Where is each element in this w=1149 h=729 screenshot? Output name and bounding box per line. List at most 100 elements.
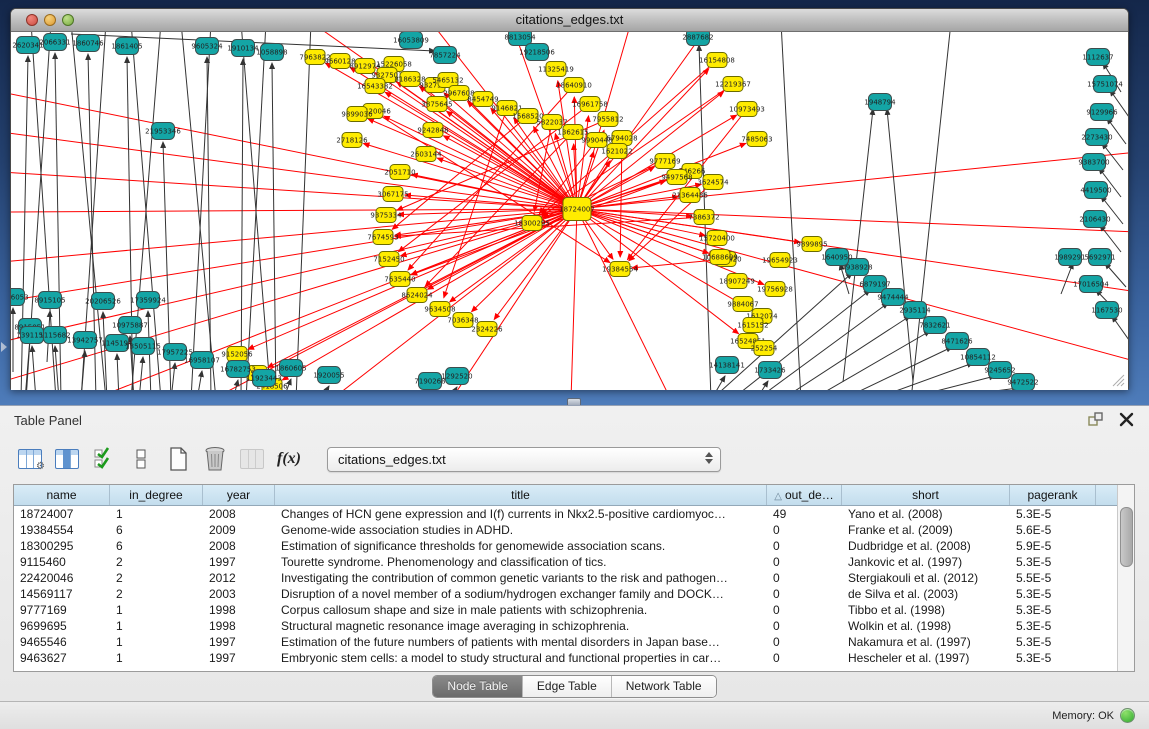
graph-node[interactable]: 9383700 xyxy=(1078,154,1109,171)
graph-node[interactable]: 2718126 xyxy=(336,133,368,148)
graph-node[interactable]: 7152450 xyxy=(373,252,404,267)
citation-edge-black[interactable] xyxy=(197,371,202,390)
graph-node[interactable]: 2273430 xyxy=(1081,129,1112,146)
column-header-short[interactable]: short xyxy=(842,485,1010,505)
graph-node[interactable]: 21953346 xyxy=(145,123,181,140)
table-row[interactable]: 1938455462009Genome-wide association stu… xyxy=(14,522,1119,538)
tab-network-table[interactable]: Network Table xyxy=(612,676,716,697)
function-builder-icon[interactable]: f(x) xyxy=(276,446,302,472)
graph-node[interactable]: 1860746 xyxy=(72,35,104,52)
graph-node[interactable]: 2516053 xyxy=(11,289,29,306)
graph-node[interactable]: 18907249 xyxy=(719,274,755,289)
citation-edge-black[interactable] xyxy=(1061,263,1073,294)
citation-edge-black[interactable] xyxy=(207,57,211,390)
table-row[interactable]: 1456911722003Disruption of a novel membe… xyxy=(14,586,1119,602)
new-table-icon[interactable] xyxy=(165,446,191,472)
network-window-titlebar[interactable]: citations_edges.txt xyxy=(11,9,1128,32)
expand-west-panel-handle[interactable] xyxy=(1,342,7,352)
column-header-out_de[interactable]: △out_de… xyxy=(767,485,842,505)
table-body[interactable]: 1872400712008Changes of HCN gene express… xyxy=(14,506,1119,666)
graph-node[interactable]: 16154808 xyxy=(699,53,735,68)
graph-node[interactable]: 2051710 xyxy=(384,165,415,180)
graph-node[interactable]: 2066331 xyxy=(39,34,70,51)
table-row[interactable]: 946362711997Embryonic stem cells: a mode… xyxy=(14,650,1119,666)
graph-node[interactable]: 15751074 xyxy=(1087,76,1123,93)
graph-node[interactable]: 18640910 xyxy=(556,78,592,93)
graph-node[interactable]: 21364486 xyxy=(672,188,708,203)
citation-edge-black[interactable] xyxy=(811,331,930,390)
graph-node[interactable]: 1292520 xyxy=(441,368,472,385)
graph-node[interactable]: 3875645 xyxy=(421,97,452,112)
network-canvas[interactable]: 1872400779638229660128891297415226058932… xyxy=(11,32,1128,390)
graph-node[interactable]: 16961758 xyxy=(572,97,608,112)
graph-node[interactable]: 2935114 xyxy=(899,302,931,319)
select-columns-icon[interactable] xyxy=(91,446,117,472)
citation-edge-black[interactable] xyxy=(117,354,119,390)
graph-node[interactable]: 9129966 xyxy=(1086,104,1118,121)
graph-node[interactable]: 3067175 xyxy=(377,187,408,202)
graph-node[interactable]: 7857224 xyxy=(429,47,461,64)
graph-node[interactable]: 17359924 xyxy=(130,292,166,309)
memory-ok-indicator[interactable] xyxy=(1120,708,1135,723)
table-row[interactable]: 1830029562008Estimation of significance … xyxy=(14,538,1119,554)
graph-node[interactable]: 15720400 xyxy=(699,231,735,246)
hub-ray-edge[interactable] xyxy=(571,209,577,390)
graph-node[interactable]: 19654923 xyxy=(762,253,798,268)
graph-node[interactable]: 9634508 xyxy=(424,302,455,317)
close-panel-icon[interactable] xyxy=(1118,411,1135,428)
graph-node[interactable]: 1948794 xyxy=(864,94,896,111)
graph-node[interactable]: 7386372 xyxy=(688,210,719,225)
column-chooser-icon[interactable] xyxy=(54,446,80,472)
table-row[interactable]: 2242004622012Investigating the contribut… xyxy=(14,570,1119,586)
column-header-name[interactable]: name xyxy=(14,485,110,505)
window-resize-grip[interactable] xyxy=(1111,373,1125,387)
graph-node[interactable]: 11325419 xyxy=(538,62,574,77)
table-row[interactable]: 1872400712008Changes of HCN gene express… xyxy=(14,506,1119,522)
citation-edge-black[interactable] xyxy=(171,363,175,390)
graph-node[interactable]: 9245652 xyxy=(984,362,1015,379)
column-header-pagerank[interactable]: pagerank xyxy=(1010,485,1096,505)
network-graph[interactable]: 1872400779638229660128891297415226058932… xyxy=(11,32,1128,390)
delete-table-icon[interactable] xyxy=(202,446,228,472)
graph-node[interactable]: 1910134 xyxy=(227,40,259,57)
citation-edge-black[interactable] xyxy=(841,347,952,390)
node-table[interactable]: namein_degreeyeartitle△out_de…shortpager… xyxy=(13,484,1135,672)
float-window-icon[interactable] xyxy=(1087,411,1104,428)
column-header-year[interactable]: year xyxy=(203,485,275,505)
graph-node[interactable]: 9605324 xyxy=(191,38,223,55)
graph-node[interactable]: 4419500 xyxy=(1080,182,1111,199)
graph-node[interactable]: 2106430 xyxy=(1079,211,1110,228)
row-height-icon[interactable] xyxy=(128,446,154,472)
citation-edge-black[interactable] xyxy=(711,376,725,390)
table-row[interactable]: 946554611997Estimation of the future num… xyxy=(14,634,1119,650)
hub-ray-edge[interactable] xyxy=(577,209,1128,232)
citation-edge-black[interactable] xyxy=(321,386,329,390)
graph-node[interactable]: 1640950 xyxy=(821,249,852,266)
graph-node[interactable]: 1167530 xyxy=(1091,302,1122,319)
graph-node[interactable]: 9472522 xyxy=(1007,374,1038,391)
network-table-selector[interactable]: citations_edges.txt xyxy=(327,447,721,472)
tab-edge-table[interactable]: Edge Table xyxy=(523,676,612,697)
graph-node[interactable]: 20206526 xyxy=(85,293,121,310)
tab-node-table[interactable]: Node Table xyxy=(433,676,523,697)
table-row[interactable]: 977716911998Corpus callosum shape and si… xyxy=(14,602,1119,618)
graph-node[interactable]: 1115682 xyxy=(39,327,70,344)
citation-edge-black[interactable] xyxy=(139,357,143,390)
graph-node[interactable]: 19384554 xyxy=(602,262,638,277)
graph-node[interactable]: 12219367 xyxy=(715,77,751,92)
column-header-title[interactable]: title xyxy=(275,485,767,505)
graph-node[interactable]: 1112637 xyxy=(1082,49,1113,66)
table-row[interactable]: 911546021997Tourette syndrome. Phenomeno… xyxy=(14,554,1119,570)
graph-node[interactable]: 7832621 xyxy=(919,317,950,334)
graph-node[interactable]: 8471626 xyxy=(941,333,973,350)
graph-node[interactable]: 5692971 xyxy=(1084,249,1115,266)
graph-node[interactable]: 8624024 xyxy=(401,288,433,303)
citation-edge-black[interactable] xyxy=(449,387,457,390)
graph-node[interactable]: 14138141 xyxy=(709,357,745,374)
graph-node[interactable]: 1920055 xyxy=(313,367,344,384)
graph-node[interactable]: 1733426 xyxy=(754,362,786,379)
graph-node[interactable]: 3624574 xyxy=(697,175,729,190)
network-view-window[interactable]: citations_edges.txt 18724007796382296601… xyxy=(10,8,1129,390)
graph-node[interactable]: 1058898 xyxy=(256,44,287,61)
table-row[interactable]: 969969511998Structural magnetic resonanc… xyxy=(14,618,1119,634)
